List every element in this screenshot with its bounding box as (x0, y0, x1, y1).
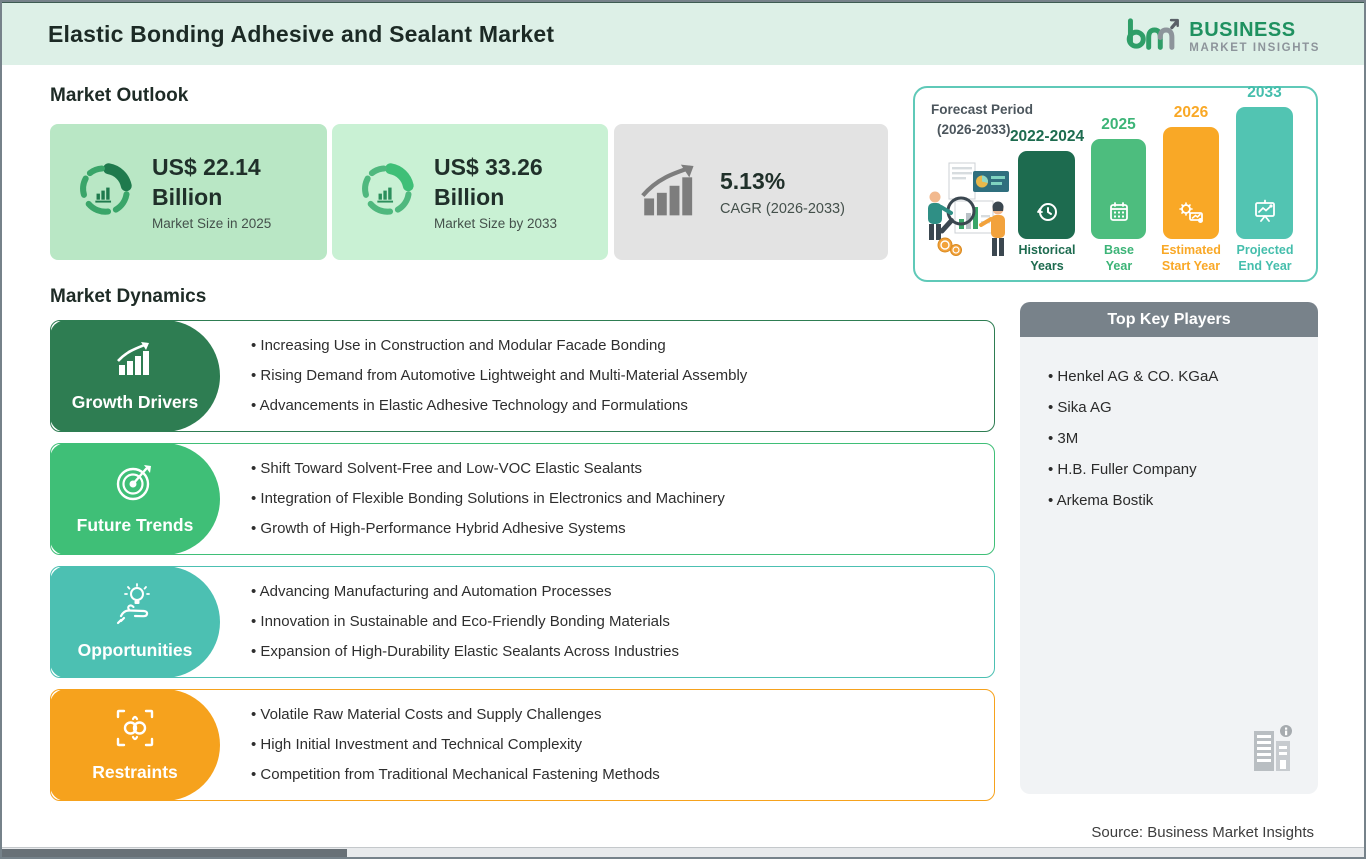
key-players-list: Henkel AG & CO. KGaA Sika AG 3M H.B. Ful… (1020, 361, 1318, 516)
dynamics-row-growth-drivers: Increasing Use in Construction and Modul… (50, 320, 995, 432)
stat-card-market-size-2033: US$ 33.26 Billion Market Size by 2033 (332, 124, 608, 260)
forecast-bar-base (1091, 139, 1146, 239)
forecast-year-estimated: 2026 (1173, 104, 1209, 121)
forecast-year-historical: 2022-2024 (1009, 128, 1085, 145)
stat-label: Market Size in 2025 (152, 216, 272, 232)
bullet-item: Rising Demand from Automotive Lightweigh… (251, 361, 980, 391)
forecast-caption-projected: Projected End Year (1236, 242, 1294, 273)
stat-label: CAGR (2026-2033) (720, 200, 845, 217)
target-dart-icon (114, 462, 156, 507)
gear-chart-icon (1178, 200, 1204, 229)
growth-chart-icon (113, 339, 157, 384)
stat-card-market-size-2025: US$ 22.14 Billion Market Size in 2025 (50, 124, 327, 260)
stat-value: US$ 22.14 Billion (152, 153, 261, 210)
bullet-item: Integration of Flexible Bonding Solution… (251, 484, 980, 514)
horizontal-scrollbar-track[interactable] (2, 847, 1364, 857)
stat-label: Market Size by 2033 (434, 216, 558, 232)
future-trends-pill: Future Trends (50, 443, 220, 555)
bullet-item: Advancing Manufacturing and Automation P… (251, 577, 980, 607)
forecast-bar-projected (1236, 107, 1293, 239)
bullet-item: Expansion of High-Durability Elastic Sea… (251, 637, 980, 667)
stat-card-cagr: 5.13% CAGR (2026-2033) (614, 124, 888, 260)
bmi-logo: BUSINESS MARKET INSIGHTS (1123, 13, 1320, 62)
bullet-item: Growth of High-Performance Hybrid Adhesi… (251, 514, 980, 544)
top-key-players-panel: Top Key Players Henkel AG & CO. KGaA Sik… (1020, 302, 1318, 794)
bullet-item: Advancements in Elastic Adhesive Technol… (251, 391, 980, 421)
company-building-icon (1250, 723, 1294, 780)
market-dynamics-heading: Market Dynamics (50, 286, 207, 307)
growth-drivers-bullets: Increasing Use in Construction and Modul… (251, 331, 980, 421)
bullet-item: Competition from Traditional Mechanical … (251, 760, 980, 790)
forecast-caption-estimated: Estimated Start Year (1161, 242, 1221, 273)
bullet-item: Innovation in Sustainable and Eco-Friend… (251, 607, 980, 637)
dynamics-row-label: Future Trends (76, 515, 194, 535)
dynamics-row-label: Restraints (92, 762, 178, 782)
dynamics-row-label: Opportunities (77, 640, 193, 660)
key-player-item: H.B. Fuller Company (1048, 454, 1318, 485)
source-note: Source: Business Market Insights (1091, 824, 1314, 841)
opportunities-pill: Opportunities (50, 566, 220, 678)
calendar-icon (1107, 200, 1131, 229)
stat-value: 5.13% (720, 168, 786, 195)
opportunities-bullets: Advancing Manufacturing and Automation P… (251, 577, 980, 667)
dynamics-row-future-trends: Shift Toward Solvent-Free and Low-VOC El… (50, 443, 995, 555)
bullet-item: Shift Toward Solvent-Free and Low-VOC El… (251, 454, 980, 484)
restraints-bullets: Volatile Raw Material Costs and Supply C… (251, 700, 980, 790)
infographic-page: Elastic Bonding Adhesive and Sealant Mar… (0, 0, 1366, 859)
future-trends-bullets: Shift Toward Solvent-Free and Low-VOC El… (251, 454, 980, 544)
key-player-item: Sika AG (1048, 392, 1318, 423)
restraints-pill: Restraints (50, 689, 220, 801)
header-bar: Elastic Bonding Adhesive and Sealant Mar… (2, 2, 1364, 65)
market-outlook-heading: Market Outlook (50, 85, 189, 106)
dynamics-row-opportunities: Advancing Manufacturing and Automation P… (50, 566, 995, 678)
history-clock-icon (1035, 200, 1059, 229)
key-player-item: Arkema Bostik (1048, 485, 1318, 516)
forecast-period-panel: Forecast Period (2026-2033) 2022-2024 20… (913, 84, 1318, 282)
analysts-illustration (921, 155, 1019, 270)
donut-chart-icon (358, 161, 416, 224)
horizontal-scrollbar-thumb[interactable] (2, 849, 347, 857)
page-title: Elastic Bonding Adhesive and Sealant Mar… (48, 21, 555, 47)
forecast-year-projected: 2033 (1247, 84, 1282, 101)
growth-bars-icon (640, 161, 702, 224)
hand-bulb-icon (113, 583, 157, 632)
bullet-item: Volatile Raw Material Costs and Supply C… (251, 700, 980, 730)
bullet-item: High Initial Investment and Technical Co… (251, 730, 980, 760)
stat-value: US$ 33.26 Billion (434, 153, 543, 210)
forecast-bar-estimated (1163, 127, 1219, 239)
forecast-year-base: 2025 (1101, 116, 1136, 133)
bullet-item: Increasing Use in Construction and Modul… (251, 331, 980, 361)
presentation-chart-icon (1252, 198, 1278, 229)
key-player-item: Henkel AG & CO. KGaA (1048, 361, 1318, 392)
growth-drivers-pill: Growth Drivers (50, 320, 220, 432)
chain-link-icon (114, 707, 156, 754)
dynamics-row-label: Growth Drivers (71, 392, 199, 412)
top-key-players-heading: Top Key Players (1020, 302, 1318, 337)
forecast-bar-historical (1018, 151, 1075, 239)
donut-chart-icon (76, 161, 134, 224)
bmi-logo-mark-icon (1123, 13, 1181, 62)
key-player-item: 3M (1048, 423, 1318, 454)
logo-brand-line2: MARKET INSIGHTS (1189, 42, 1320, 55)
forecast-caption-base: Base Year (1104, 242, 1134, 273)
logo-brand-line1: BUSINESS (1189, 19, 1296, 42)
bmi-logo-text: BUSINESS MARKET INSIGHTS (1189, 20, 1320, 55)
dynamics-row-restraints: Volatile Raw Material Costs and Supply C… (50, 689, 995, 801)
